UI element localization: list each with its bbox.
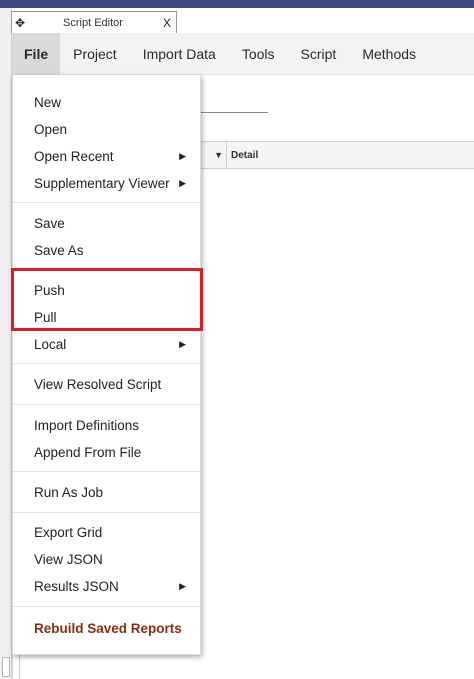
menu-item-rebuild-saved-reports[interactable]: Rebuild Saved Reports (13, 615, 200, 641)
file-menu-dropdown: New Open Open Recent ▶ Supplementary Vie… (12, 75, 201, 655)
menu-item-label: Local (34, 336, 67, 352)
menu-item-supplementary-viewer[interactable]: Supplementary Viewer ▶ (13, 170, 200, 196)
input-underline[interactable] (200, 112, 268, 113)
menu-item-export-grid[interactable]: Export Grid (13, 519, 200, 545)
menu-item-push[interactable]: Push (13, 277, 200, 303)
menu-methods[interactable]: Methods (349, 33, 429, 75)
grid-column-filter[interactable]: ▼ (200, 142, 227, 168)
menu-item-label: Supplementary Viewer (34, 175, 170, 191)
menu-separator (13, 202, 200, 203)
menu-item-run-as-job[interactable]: Run As Job (13, 479, 200, 505)
menu-item-new[interactable]: New (13, 89, 200, 115)
menu-item-label: Results JSON (34, 578, 119, 594)
window-title: Script Editor (63, 16, 123, 29)
grid-header: ▼ Detail (200, 141, 474, 169)
grid-column-detail[interactable]: Detail (227, 150, 258, 161)
menu-item-open[interactable]: Open (13, 116, 200, 142)
menu-item-label: Import Definitions (34, 417, 140, 433)
left-panel-strip (0, 8, 12, 679)
menu-item-label: Save (34, 215, 65, 231)
menu-item-label: View JSON (34, 551, 103, 567)
menu-item-label: Open (34, 121, 68, 137)
menu-import-data[interactable]: Import Data (130, 33, 229, 75)
move-icon[interactable]: ✥ (12, 16, 28, 30)
menu-separator (13, 471, 200, 472)
menu-item-label: Push (34, 282, 65, 298)
menu-item-pull[interactable]: Pull (13, 304, 200, 330)
menu-item-import-definitions[interactable]: Import Definitions (13, 412, 200, 438)
top-accent-bar (0, 0, 474, 8)
menu-separator (13, 269, 200, 270)
menu-item-label: Rebuild Saved Reports (34, 620, 182, 636)
menu-item-label: Append From File (34, 444, 142, 460)
script-editor-window-tab[interactable]: ✥ Script Editor X (11, 11, 177, 33)
menu-item-save-as[interactable]: Save As (13, 237, 200, 263)
menu-separator (13, 363, 200, 364)
menu-item-local[interactable]: Local ▶ (13, 331, 200, 357)
menu-separator (13, 404, 200, 405)
menu-item-label: Export Grid (34, 524, 103, 540)
filter-icon[interactable]: ▼ (214, 150, 223, 160)
menu-separator (13, 606, 200, 607)
submenu-arrow-icon: ▶ (179, 580, 186, 591)
menu-item-save[interactable]: Save (13, 210, 200, 236)
menu-item-open-recent[interactable]: Open Recent ▶ (13, 143, 200, 169)
menu-item-label: Open Recent (34, 148, 114, 164)
menu-bar: File Project Import Data Tools Script Me… (12, 32, 474, 75)
menu-item-label: Save As (34, 242, 84, 258)
divider (19, 655, 20, 679)
left-panel-stub (2, 657, 10, 677)
menu-item-append-from-file[interactable]: Append From File (13, 439, 200, 465)
menu-tools[interactable]: Tools (229, 33, 288, 75)
menu-item-label: New (34, 94, 62, 110)
menu-item-label: View Resolved Script (34, 376, 162, 392)
submenu-arrow-icon: ▶ (179, 150, 186, 161)
menu-file[interactable]: File (12, 32, 61, 75)
menu-item-view-resolved-script[interactable]: View Resolved Script (13, 371, 200, 397)
menu-item-label: Run As Job (34, 484, 104, 500)
menu-separator (13, 512, 200, 513)
submenu-arrow-icon: ▶ (179, 338, 186, 349)
menu-project[interactable]: Project (60, 33, 130, 75)
menu-item-view-json[interactable]: View JSON (13, 546, 200, 572)
menu-item-results-json[interactable]: Results JSON ▶ (13, 573, 200, 599)
menu-item-label: Pull (34, 309, 57, 325)
close-icon[interactable]: X (158, 16, 176, 30)
menu-script[interactable]: Script (288, 33, 350, 75)
submenu-arrow-icon: ▶ (179, 177, 186, 188)
